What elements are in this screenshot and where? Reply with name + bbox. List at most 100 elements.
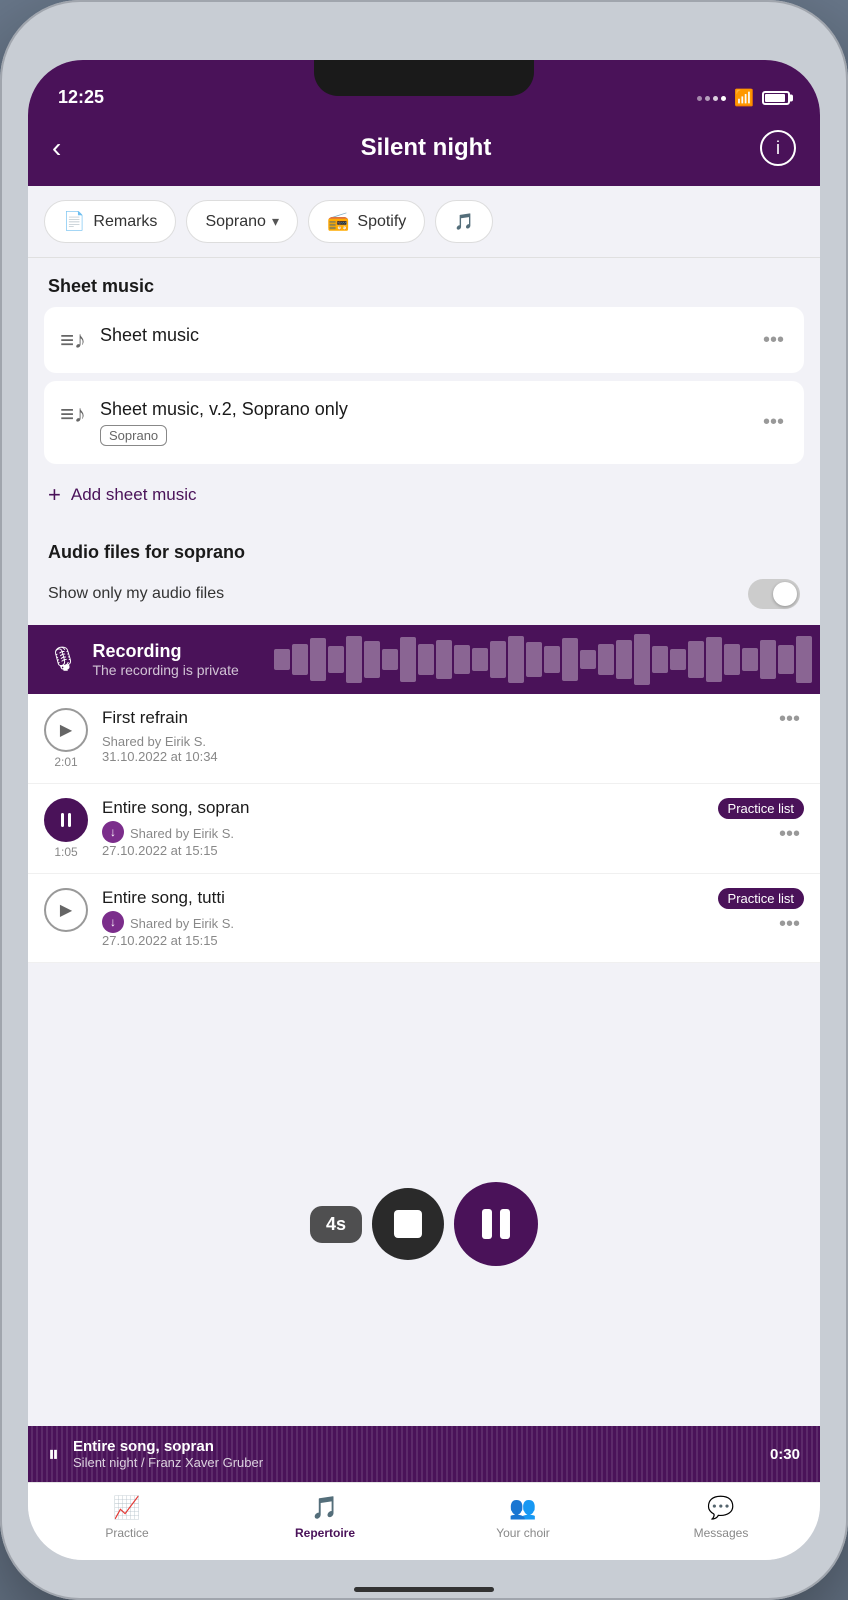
voice-selector[interactable]: Soprano ▾ [186, 200, 298, 243]
track-title-1: First refrain [102, 708, 761, 728]
plus-icon: + [48, 482, 61, 508]
status-time: 12:25 [58, 87, 104, 108]
page-title: Silent night [361, 134, 492, 162]
track-shared-3: Shared by Eirik S. [130, 916, 234, 931]
now-playing-info: Entire song, sopran Silent night / Franz… [73, 1438, 756, 1470]
pause-bar-right [500, 1209, 510, 1239]
info-button[interactable]: i [760, 130, 796, 166]
pause-button-2[interactable] [44, 798, 88, 842]
phone-screen: 12:25 📶 ‹ Silent night i [28, 60, 820, 1560]
back-button[interactable]: ‹ [52, 132, 92, 164]
pause-bar-left [482, 1209, 492, 1239]
header: ‹ Silent night i [28, 116, 820, 186]
toggle-label: Show only my audio files [48, 585, 224, 603]
pause-control-button[interactable] [454, 1182, 538, 1266]
remarks-icon: 📄 [63, 211, 85, 232]
nav-item-messages[interactable]: 💬 Messages [622, 1495, 820, 1540]
stop-button[interactable] [372, 1188, 444, 1260]
stop-icon [394, 1210, 422, 1238]
download-icon-3: ↓ [102, 911, 124, 933]
status-indicators: 📶 [697, 88, 790, 108]
track-date-2: 27.10.2022 at 15:15 [102, 843, 704, 858]
bottom-navigation: 📈 Practice 🎵 Repertoire 👥 Your choir 💬 M… [28, 1482, 820, 1560]
more-button-track-1[interactable]: ••• [775, 708, 804, 731]
more-button-1[interactable]: ••• [759, 329, 788, 352]
nav-item-practice[interactable]: 📈 Practice [28, 1495, 226, 1540]
practice-nav-label: Practice [105, 1526, 148, 1540]
sheet-music-icon-2: ≡♪ [60, 401, 86, 429]
track-meta-row-2: ↓ Shared by Eirik S. [102, 821, 704, 843]
track-item-2: 1:05 Entire song, sopran ↓ Shared by Eir… [28, 784, 820, 874]
track-right-2: Practice list ••• [718, 798, 804, 846]
voice-tag-soprano: Soprano [100, 420, 348, 446]
card-left-2: ≡♪ Sheet music, v.2, Soprano only Sopran… [60, 399, 759, 446]
now-playing-title: Entire song, sopran [73, 1438, 756, 1455]
play-button-3[interactable]: ▶ [44, 888, 88, 932]
track-info-3: Entire song, tutti ↓ Shared by Eirik S. … [102, 888, 704, 948]
recording-bar: 🎙 Recording The recording is private [28, 625, 820, 694]
track-date-3: 27.10.2022 at 15:15 [102, 933, 704, 948]
track-duration-1: 2:01 [54, 755, 77, 769]
sheet-music-title-2: Sheet music, v.2, Soprano only [100, 399, 348, 420]
card-content-1: Sheet music [100, 325, 199, 346]
choir-nav-icon: 👥 [509, 1495, 536, 1521]
practice-nav-icon: 📈 [113, 1495, 140, 1521]
repertoire-nav-icon: 🎵 [311, 1495, 338, 1521]
now-playing-pause-button[interactable]: ⏸ [48, 1441, 59, 1467]
track-right-1: ••• [775, 708, 804, 731]
waveform-visual [266, 625, 820, 694]
track-title-2: Entire song, sopran [102, 798, 704, 818]
sheet-icon-toolbar: 🎵 [454, 212, 474, 232]
sheet-music-section-label: Sheet music [28, 258, 820, 307]
skip-label[interactable]: 4s [310, 1206, 362, 1243]
messages-nav-label: Messages [694, 1526, 749, 1540]
nav-item-repertoire[interactable]: 🎵 Repertoire [226, 1495, 424, 1540]
home-indicator [354, 1587, 494, 1592]
play-button-1[interactable]: ▶ [44, 708, 88, 752]
add-sheet-music-button[interactable]: + Add sheet music [28, 466, 820, 524]
card-left-1: ≡♪ Sheet music [60, 325, 759, 355]
dropdown-arrow-icon: ▾ [272, 213, 279, 230]
recording-title: Recording [92, 641, 238, 662]
recording-info: Recording The recording is private [92, 641, 238, 678]
remarks-button[interactable]: 📄 Remarks [44, 200, 176, 243]
track-shared-1: Shared by Eirik S. [102, 734, 206, 749]
repertoire-nav-label: Repertoire [295, 1526, 355, 1540]
recording-subtitle: The recording is private [92, 662, 238, 678]
battery-icon [762, 91, 790, 105]
add-sheet-music-label: Add sheet music [71, 485, 197, 505]
more-button-2[interactable]: ••• [759, 411, 788, 434]
wifi-icon: 📶 [734, 88, 754, 108]
microphone-icon: 🎙 [48, 645, 78, 674]
signal-icon [697, 96, 726, 101]
track-meta-row-3: ↓ Shared by Eirik S. [102, 911, 704, 933]
audio-toggle[interactable] [748, 579, 800, 609]
practice-badge-3: Practice list [718, 888, 804, 909]
track-info-1: First refrain Shared by Eirik S. 31.10.2… [102, 708, 761, 764]
phone-frame: 12:25 📶 ‹ Silent night i [0, 0, 848, 1600]
sheet-music-btn-4[interactable]: 🎵 [435, 200, 493, 243]
nav-item-choir[interactable]: 👥 Your choir [424, 1495, 622, 1540]
track-title-3: Entire song, tutti [102, 888, 704, 908]
more-button-track-3[interactable]: ••• [775, 913, 804, 936]
notch [314, 60, 534, 96]
track-date-1: 31.10.2022 at 10:34 [102, 749, 761, 764]
sheet-music-title-1: Sheet music [100, 325, 199, 346]
track-duration-2: 1:05 [54, 845, 77, 859]
toggle-row: Show only my audio files [28, 569, 820, 625]
sheet-music-item-2[interactable]: ≡♪ Sheet music, v.2, Soprano only Sopran… [44, 381, 804, 464]
more-button-track-2[interactable]: ••• [775, 823, 804, 846]
track-meta-row-1: Shared by Eirik S. [102, 731, 761, 749]
sheet-music-item-1[interactable]: ≡♪ Sheet music ••• [44, 307, 804, 373]
spotify-icon: 📻 [327, 211, 349, 232]
play-area-1: ▶ 2:01 [44, 708, 88, 769]
now-playing-subtitle: Silent night / Franz Xaver Gruber [73, 1455, 756, 1470]
spotify-label: Spotify [357, 213, 406, 231]
play-area-2: 1:05 [44, 798, 88, 859]
now-playing-time: 0:30 [770, 1446, 800, 1463]
spotify-button[interactable]: 📻 Spotify [308, 200, 425, 243]
track-info-2: Entire song, sopran ↓ Shared by Eirik S.… [102, 798, 704, 858]
soprano-tag: Soprano [100, 425, 167, 446]
voice-label: Soprano [205, 213, 266, 231]
toolbar: 📄 Remarks Soprano ▾ 📻 Spotify 🎵 [28, 186, 820, 258]
